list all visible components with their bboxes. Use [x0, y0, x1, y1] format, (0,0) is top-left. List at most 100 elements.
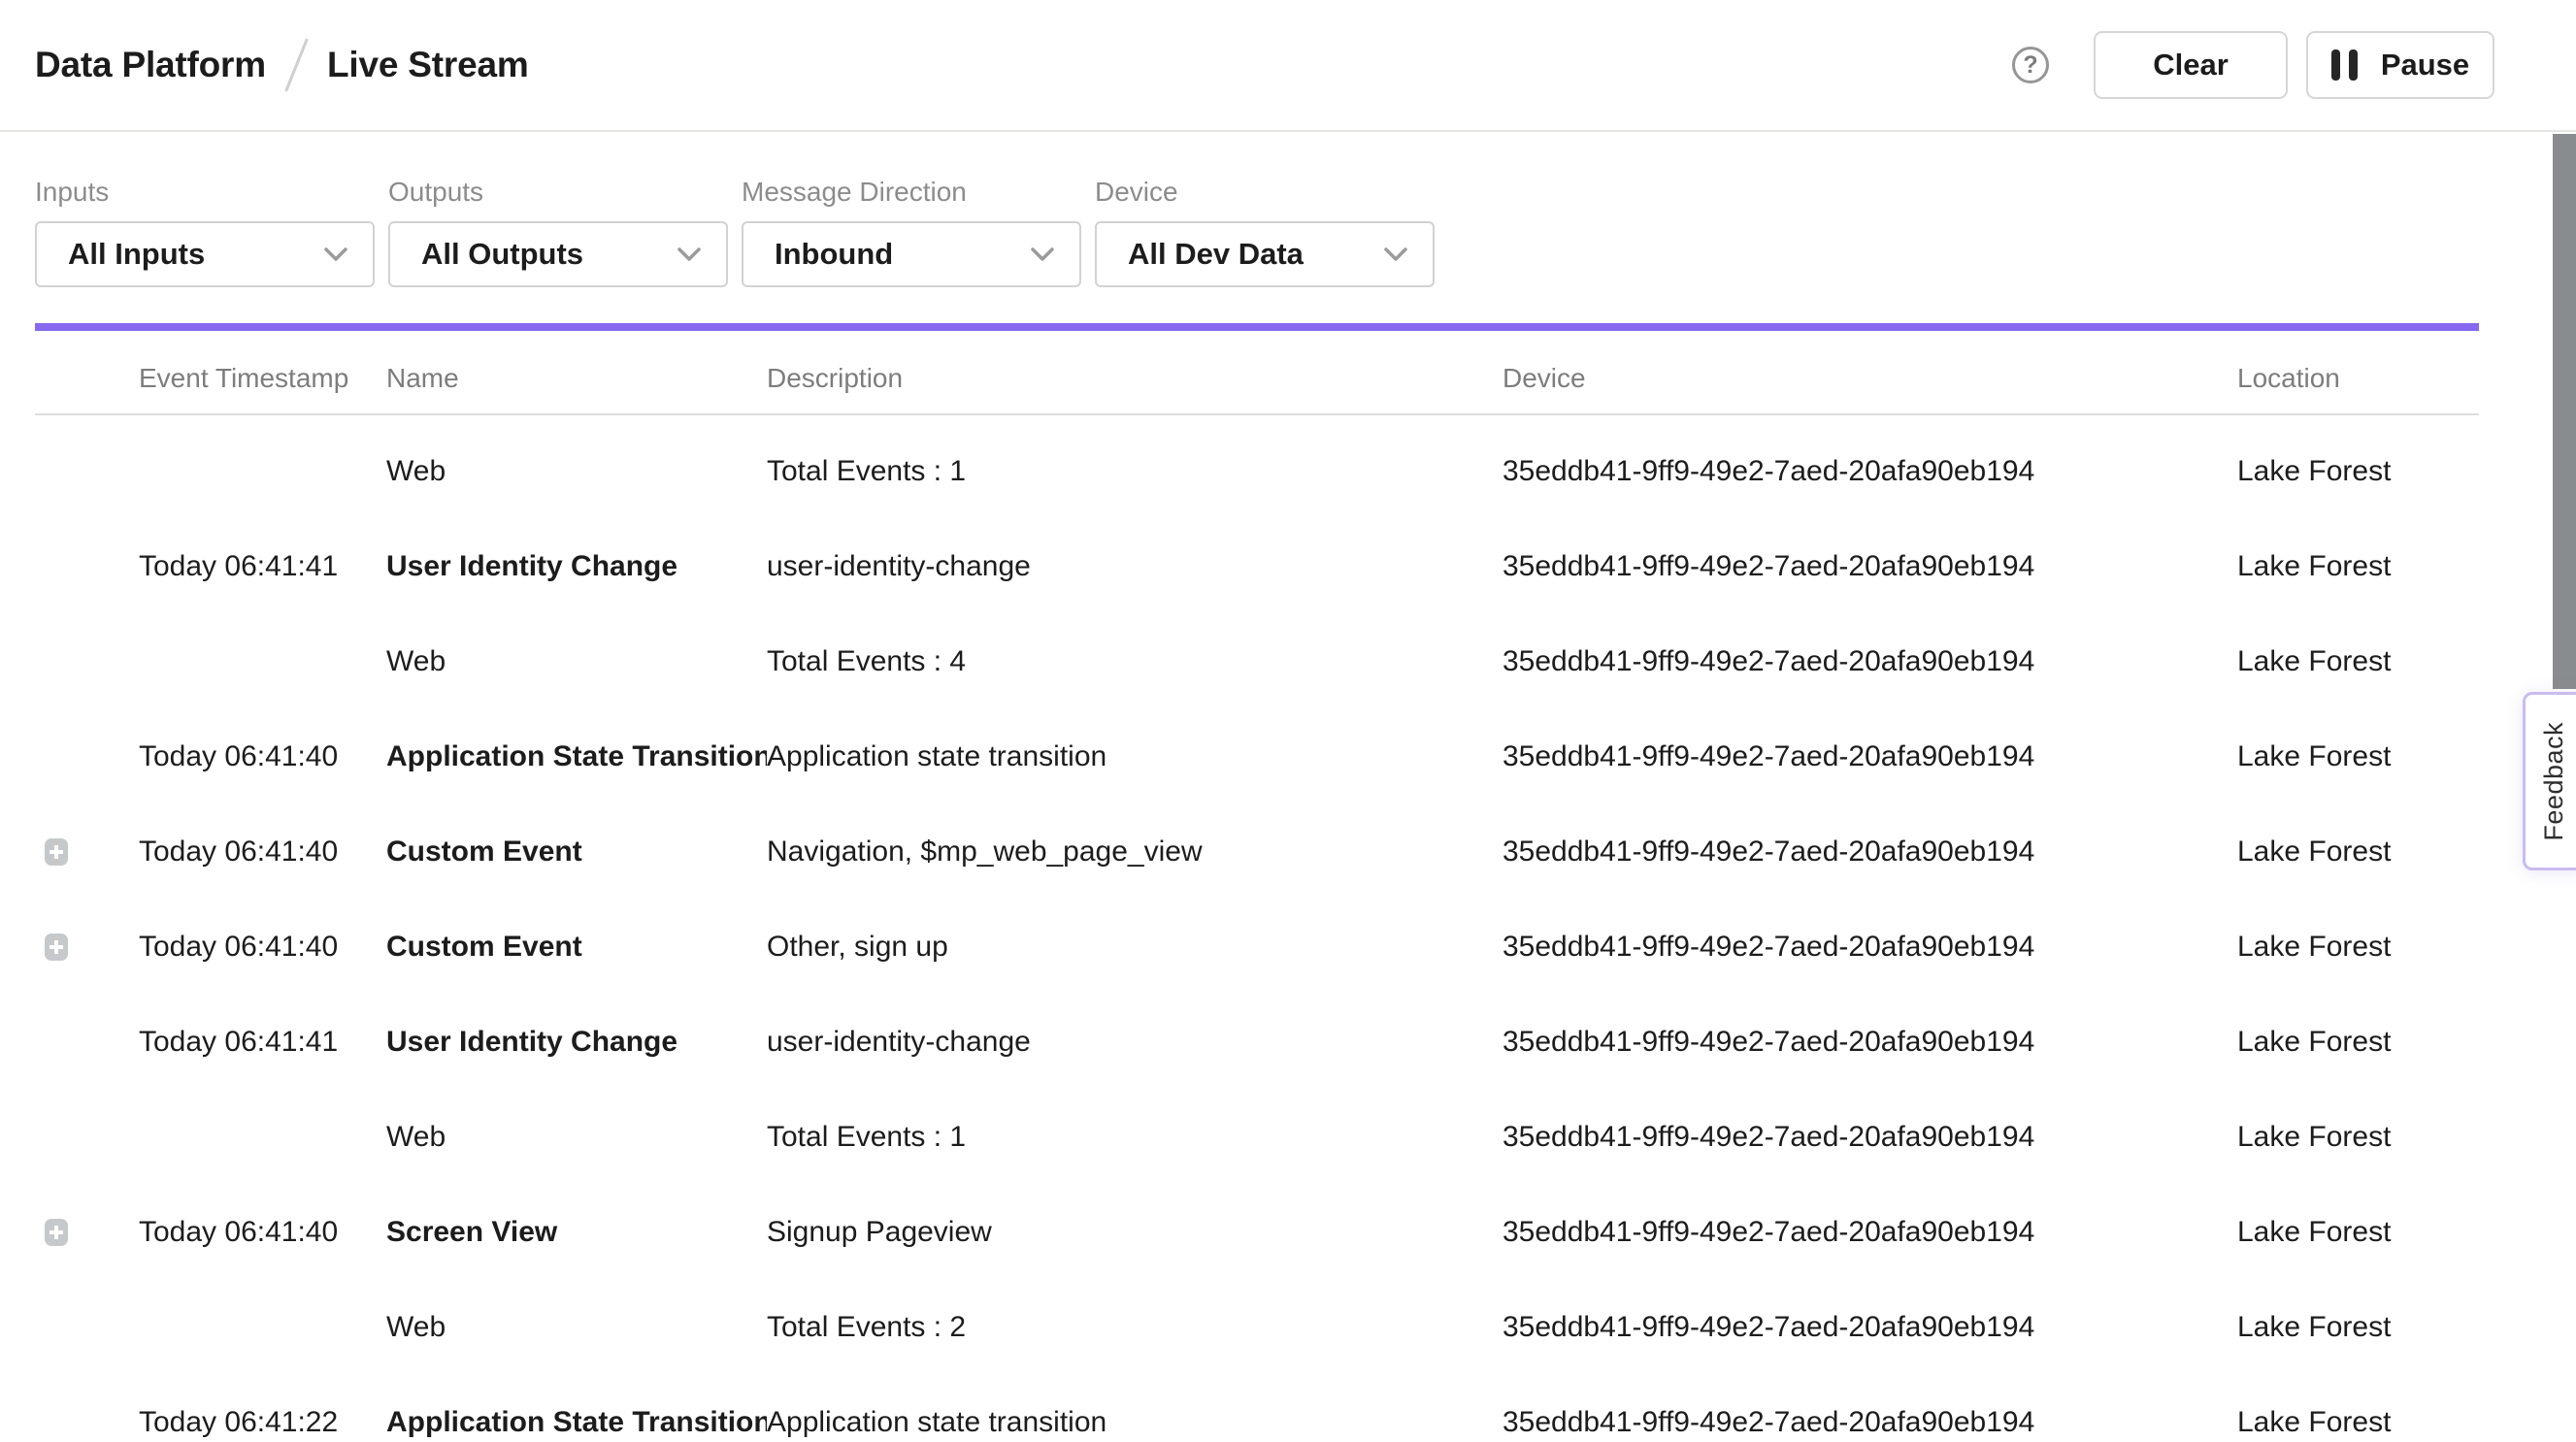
expander-cell — [35, 1185, 139, 1280]
expander-cell — [35, 900, 139, 995]
table-row[interactable]: Web Total Events : 1 35eddb41-9ff9-49e2-… — [35, 1090, 2479, 1185]
event-timestamp-cell: Today 06:41:40 — [139, 709, 386, 804]
table-row[interactable]: Today 06:41:22 Application State Transit… — [35, 1375, 2479, 1442]
event-device-cell: 35eddb41-9ff9-49e2-7aed-20afa90eb194 — [1503, 709, 2237, 804]
filter-message-direction: Message Direction Inbound — [742, 177, 1081, 287]
table-row[interactable]: Today 06:41:40 Application State Transit… — [35, 709, 2479, 804]
table-row[interactable]: Web Total Events : 1 35eddb41-9ff9-49e2-… — [35, 424, 2479, 519]
event-timestamp-cell — [139, 424, 386, 519]
expander-cell — [35, 519, 139, 614]
expander-cell — [35, 424, 139, 519]
event-name-cell: Web — [386, 424, 767, 519]
event-device-cell: 35eddb41-9ff9-49e2-7aed-20afa90eb194 — [1503, 995, 2237, 1090]
expander-cell — [35, 804, 139, 900]
top-bar: Data Platform Live Stream ? Clear Pause — [0, 0, 2576, 132]
expander-column-header — [35, 331, 139, 414]
event-name-cell: Application State Transition — [386, 709, 767, 804]
event-timestamp-cell — [139, 1090, 386, 1185]
feedback-tab[interactable]: Feedback — [2523, 692, 2576, 870]
clear-button[interactable]: Clear — [2094, 31, 2288, 99]
event-name-cell: Custom Event — [386, 804, 767, 900]
event-name-cell: User Identity Change — [386, 519, 767, 614]
event-stream-table: Event Timestamp Name Description Device … — [35, 331, 2479, 1442]
event-timestamp-cell: Today 06:41:40 — [139, 900, 386, 995]
event-device-cell: 35eddb41-9ff9-49e2-7aed-20afa90eb194 — [1503, 1375, 2237, 1442]
event-location-cell: Lake Forest — [2237, 424, 2479, 519]
feedback-tab-label: Feedback — [2539, 722, 2569, 841]
event-name-cell: Web — [386, 1090, 767, 1185]
table-row[interactable]: Web Total Events : 2 35eddb41-9ff9-49e2-… — [35, 1280, 2479, 1375]
help-icon[interactable]: ? — [2012, 47, 2049, 83]
event-name-cell: Web — [386, 1280, 767, 1375]
event-name-cell: Screen View — [386, 1185, 767, 1280]
filter-outputs-label: Outputs — [388, 177, 728, 208]
event-device-cell: 35eddb41-9ff9-49e2-7aed-20afa90eb194 — [1503, 519, 2237, 614]
event-timestamp-cell — [139, 614, 386, 709]
expander-cell — [35, 1280, 139, 1375]
event-timestamp-cell: Today 06:41:41 — [139, 519, 386, 614]
event-name-cell: Application State Transition — [386, 1375, 767, 1442]
table-row[interactable]: Today 06:41:40 Custom Event Navigation, … — [35, 804, 2479, 900]
breadcrumb-data-platform[interactable]: Data Platform — [35, 45, 266, 85]
description-column-header: Description — [767, 331, 1503, 414]
inputs-dropdown-value: All Inputs — [68, 237, 324, 272]
breadcrumb-live-stream: Live Stream — [327, 45, 529, 85]
outputs-dropdown-value: All Outputs — [421, 237, 677, 272]
event-table-body: Web Total Events : 1 35eddb41-9ff9-49e2-… — [35, 414, 2479, 1442]
table-row[interactable]: Today 06:41:40 Custom Event Other, sign … — [35, 900, 2479, 995]
outputs-dropdown[interactable]: All Outputs — [388, 221, 728, 287]
event-description-cell: Total Events : 1 — [767, 1090, 1503, 1185]
event-name-cell: User Identity Change — [386, 995, 767, 1090]
filter-inputs: Inputs All Inputs — [35, 177, 375, 287]
expander-cell — [35, 995, 139, 1090]
chevron-down-icon — [1384, 247, 1407, 261]
expand-row-button[interactable] — [45, 934, 68, 961]
pause-button[interactable]: Pause — [2306, 31, 2494, 99]
event-location-cell: Lake Forest — [2237, 519, 2479, 614]
event-location-cell: Lake Forest — [2237, 1185, 2479, 1280]
inputs-dropdown[interactable]: All Inputs — [35, 221, 375, 287]
event-location-cell: Lake Forest — [2237, 1280, 2479, 1375]
breadcrumb: Data Platform Live Stream — [35, 37, 529, 93]
event-description-cell: Navigation, $mp_web_page_view — [767, 804, 1503, 900]
event-location-cell: Lake Forest — [2237, 1375, 2479, 1442]
chevron-down-icon — [324, 247, 347, 261]
event-timestamp-column-header: Event Timestamp — [139, 331, 386, 414]
filter-device: Device All Dev Data — [1095, 177, 1435, 287]
location-column-header: Location — [2237, 331, 2479, 414]
event-device-cell: 35eddb41-9ff9-49e2-7aed-20afa90eb194 — [1503, 900, 2237, 995]
event-stream-table-wrap: Event Timestamp Name Description Device … — [35, 331, 2479, 1442]
table-row[interactable]: Today 06:41:41 User Identity Change user… — [35, 519, 2479, 614]
event-device-cell: 35eddb41-9ff9-49e2-7aed-20afa90eb194 — [1503, 804, 2237, 900]
expand-row-button[interactable] — [45, 838, 68, 866]
filter-inputs-label: Inputs — [35, 177, 375, 208]
expand-row-button[interactable] — [45, 1219, 68, 1246]
event-description-cell: Total Events : 2 — [767, 1280, 1503, 1375]
event-timestamp-cell: Today 06:41:40 — [139, 1185, 386, 1280]
table-row[interactable]: Today 06:41:41 User Identity Change user… — [35, 995, 2479, 1090]
live-stream-page: Data Platform Live Stream ? Clear Pause … — [0, 0, 2576, 1442]
pause-icon — [2331, 49, 2358, 81]
device-dropdown[interactable]: All Dev Data — [1095, 221, 1435, 287]
message-direction-dropdown[interactable]: Inbound — [742, 221, 1081, 287]
breadcrumb-separator-icon — [284, 39, 309, 92]
event-location-cell: Lake Forest — [2237, 1090, 2479, 1185]
event-timestamp-cell: Today 06:41:41 — [139, 995, 386, 1090]
pause-button-label: Pause — [2381, 48, 2469, 82]
event-description-cell: Total Events : 4 — [767, 614, 1503, 709]
event-location-cell: Lake Forest — [2237, 709, 2479, 804]
table-row[interactable]: Today 06:41:40 Screen View Signup Pagevi… — [35, 1185, 2479, 1280]
event-description-cell: Application state transition — [767, 709, 1503, 804]
table-row[interactable]: Web Total Events : 4 35eddb41-9ff9-49e2-… — [35, 614, 2479, 709]
expander-cell — [35, 1375, 139, 1442]
event-timestamp-cell — [139, 1280, 386, 1375]
event-device-cell: 35eddb41-9ff9-49e2-7aed-20afa90eb194 — [1503, 424, 2237, 519]
vertical-scrollbar[interactable] — [2553, 134, 2576, 689]
event-timestamp-cell: Today 06:41:40 — [139, 804, 386, 900]
filter-message-direction-label: Message Direction — [742, 177, 1081, 208]
spacer-row — [35, 414, 2479, 424]
event-description-cell: user-identity-change — [767, 519, 1503, 614]
filter-device-label: Device — [1095, 177, 1435, 208]
event-device-cell: 35eddb41-9ff9-49e2-7aed-20afa90eb194 — [1503, 614, 2237, 709]
expander-cell — [35, 614, 139, 709]
